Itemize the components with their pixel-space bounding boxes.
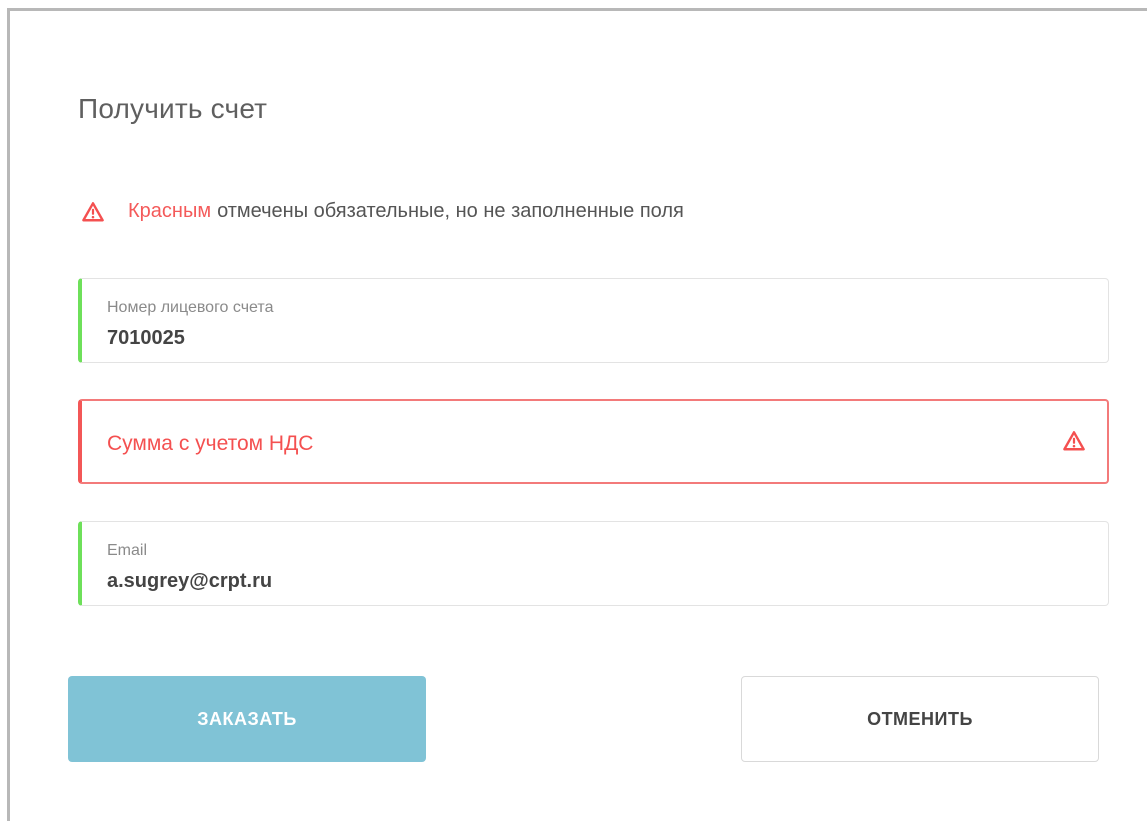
- notice-accent-text: Красным: [128, 200, 212, 222]
- warning-triangle-icon: [1063, 430, 1085, 452]
- order-button[interactable]: ЗАКАЗАТЬ: [68, 676, 426, 762]
- account-number-field[interactable]: Номер лицевого счета 7010025: [78, 278, 1109, 363]
- email-field[interactable]: Email a.sugrey@crpt.ru: [78, 521, 1109, 606]
- amount-with-vat-field[interactable]: Сумма с учетом НДС: [78, 399, 1109, 484]
- warning-triangle-icon: [82, 201, 104, 223]
- account-number-label: Номер лицевого счета: [107, 299, 274, 316]
- required-fields-notice: Красным отмечены обязательные, но не зап…: [82, 200, 684, 223]
- notice-text: отмечены обязательные, но не заполненные…: [217, 200, 684, 222]
- amount-with-vat-placeholder: Сумма с учетом НДС: [107, 432, 314, 455]
- dialog-title: Получить счет: [78, 93, 268, 124]
- email-label: Email: [107, 542, 148, 559]
- email-value[interactable]: a.sugrey@crpt.ru: [107, 570, 272, 593]
- account-number-value[interactable]: 7010025: [107, 327, 185, 350]
- cancel-button[interactable]: ОТМЕНИТЬ: [741, 676, 1099, 762]
